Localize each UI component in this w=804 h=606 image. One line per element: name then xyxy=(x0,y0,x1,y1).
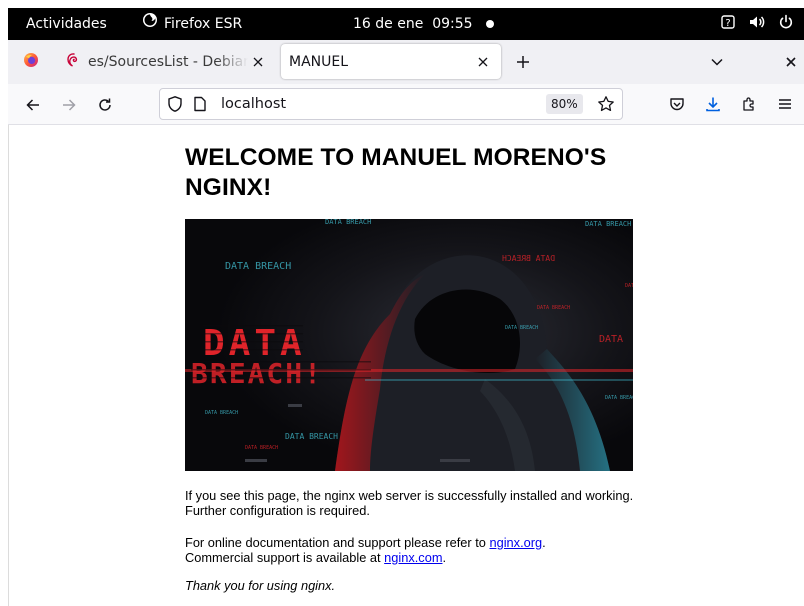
close-icon[interactable] xyxy=(473,52,493,72)
clock[interactable]: 16 de ene 09:55 xyxy=(353,8,473,40)
reload-icon xyxy=(99,98,111,111)
app-menu[interactable]: Firefox ESR xyxy=(142,8,242,40)
forward-arrow-icon xyxy=(63,99,76,111)
url-bar[interactable]: localhost 80% xyxy=(159,88,623,120)
hero-mirror-text: DATA BREACH xyxy=(502,254,555,263)
time: 09:55 xyxy=(432,16,473,32)
docs-message: For online documentation and support ple… xyxy=(185,535,546,565)
power-icon xyxy=(778,14,794,34)
firefox-app-icon xyxy=(142,8,158,40)
svg-text:DATA BREACH: DATA BREACH xyxy=(625,283,633,289)
close-icon xyxy=(786,57,796,67)
forward-button[interactable] xyxy=(56,92,82,118)
download-icon[interactable] xyxy=(702,92,724,116)
svg-text:DATA BREACH: DATA BREACH xyxy=(585,220,631,228)
toolbar-right xyxy=(666,92,796,116)
debian-swirl-icon xyxy=(66,52,80,72)
svg-text:DATA BREACH: DATA BREACH xyxy=(205,410,238,416)
plus-icon xyxy=(517,56,529,68)
tab-firefox-home[interactable] xyxy=(16,44,46,79)
svg-text:DATA BREACH: DATA BREACH xyxy=(505,325,538,331)
page-heading: WELCOME TO MANUEL MORENO'S NGINX! xyxy=(185,144,607,201)
svg-text:DATA BREACH: DATA BREACH xyxy=(605,395,633,401)
back-button[interactable] xyxy=(20,92,46,118)
window-close-button[interactable] xyxy=(779,50,803,74)
back-arrow-icon xyxy=(26,99,39,111)
extensions-icon[interactable] xyxy=(738,92,760,116)
new-tab-button[interactable] xyxy=(511,50,535,74)
shield-icon[interactable] xyxy=(166,95,184,117)
svg-text:DATA BREACH: DATA BREACH xyxy=(245,445,278,451)
accessibility-icon: ? xyxy=(720,14,736,34)
svg-text:DATA BREACH: DATA BREACH xyxy=(325,219,371,226)
chevron-down-icon xyxy=(711,58,723,66)
activities-button[interactable]: Actividades xyxy=(26,8,107,40)
svg-text:?: ? xyxy=(725,18,730,29)
list-all-tabs-button[interactable] xyxy=(705,50,729,74)
date: 16 de ene xyxy=(353,16,424,32)
zoom-indicator[interactable]: 80% xyxy=(546,94,583,114)
hero-image-data-breach: DATA BREACH DATA BREACH DATA BREACH DATA… xyxy=(185,219,633,471)
notification-dot xyxy=(486,20,494,28)
navigation-toolbar: localhost 80% xyxy=(8,84,804,125)
tab-label: es/SourcesList - Debian Wiki xyxy=(88,53,248,70)
hero-tag-text: DATA BREACH xyxy=(225,261,291,272)
install-message: If you see this page, the nginx web serv… xyxy=(185,488,634,518)
url-text[interactable]: localhost xyxy=(221,89,286,119)
tab-strip: es/SourcesList - Debian Wiki MANUEL xyxy=(8,40,804,84)
gnome-top-bar: Actividades Firefox ESR 16 de ene 09:55 … xyxy=(8,8,804,40)
hamburger-menu-icon[interactable] xyxy=(774,92,796,116)
firefox-icon xyxy=(23,52,39,72)
bookmark-star-icon[interactable] xyxy=(597,95,615,117)
page-viewport: WELCOME TO MANUEL MORENO'S NGINX! DATA B… xyxy=(8,125,804,606)
system-status-area[interactable]: ? xyxy=(720,8,794,40)
tab-debian-wiki[interactable]: es/SourcesList - Debian Wiki xyxy=(58,44,276,79)
svg-text:DATA BREACH: DATA BREACH xyxy=(537,305,570,311)
volume-icon xyxy=(748,14,766,34)
svg-text:DATA BREACH: DATA BREACH xyxy=(285,432,338,441)
page-icon[interactable] xyxy=(193,96,207,116)
nginx-org-link[interactable]: nginx.org xyxy=(489,535,542,550)
nginx-welcome-page: WELCOME TO MANUEL MORENO'S NGINX! DATA B… xyxy=(185,143,645,593)
svg-text:DATA: DATA xyxy=(599,334,623,345)
pocket-icon[interactable] xyxy=(666,92,688,116)
tab-label: MANUEL xyxy=(289,53,349,70)
tab-active-manuel[interactable]: MANUEL xyxy=(281,44,501,79)
reload-button[interactable] xyxy=(92,92,118,118)
thanks-message: Thank you for using nginx. xyxy=(185,578,336,593)
nginx-com-link[interactable]: nginx.com xyxy=(384,550,442,565)
close-icon[interactable] xyxy=(248,52,268,72)
app-name: Firefox ESR xyxy=(164,16,243,32)
